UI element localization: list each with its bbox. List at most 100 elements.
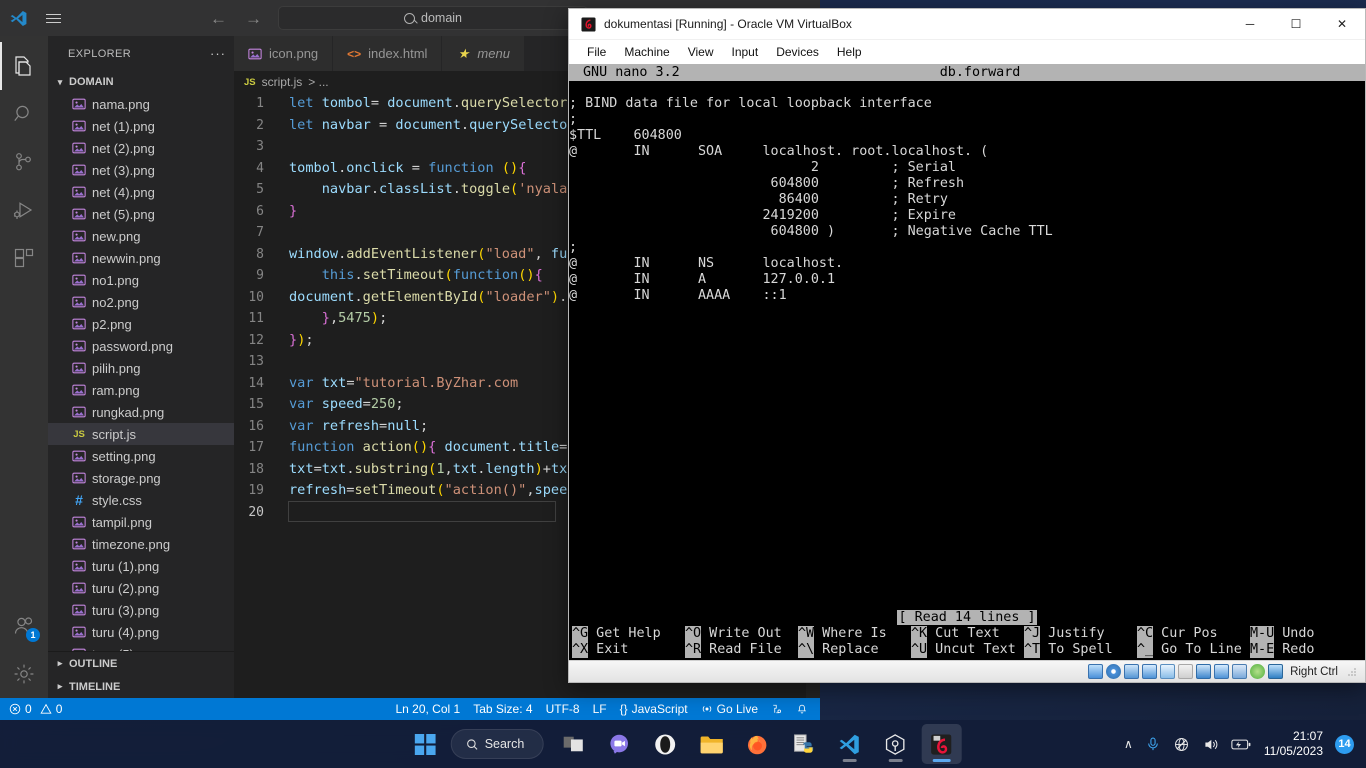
file-item[interactable]: password.png xyxy=(48,335,234,357)
taskbar-file-explorer[interactable] xyxy=(691,724,731,764)
menu-item-devices[interactable]: Devices xyxy=(767,43,828,61)
floppy-icon[interactable] xyxy=(1124,664,1140,679)
resize-grip-icon[interactable] xyxy=(1347,667,1357,677)
file-item[interactable]: setting.png xyxy=(48,445,234,467)
nano-shortcut[interactable]: ^R Read File xyxy=(685,642,798,658)
back-arrow-icon[interactable]: ← xyxy=(210,10,227,27)
file-item[interactable]: net (3).png xyxy=(48,159,234,181)
editor-tab[interactable]: icon.png xyxy=(234,36,334,71)
status-problems[interactable]: 0 0 xyxy=(9,702,62,716)
tray-chevron-up-icon[interactable]: ∧ xyxy=(1124,737,1133,751)
nano-shortcut[interactable]: ^C Cur Pos xyxy=(1137,626,1250,642)
hard-disk-icon[interactable] xyxy=(1088,664,1104,679)
menu-hamburger-icon[interactable] xyxy=(36,0,70,36)
taskbar-firefox[interactable] xyxy=(737,724,777,764)
vm-display[interactable]: GNU nano 3.2 db.forward ; BIND data file… xyxy=(569,64,1365,660)
file-item[interactable]: turu (3).png xyxy=(48,599,234,621)
nano-text-buffer[interactable]: ; BIND data file for local loopback inte… xyxy=(569,81,1365,304)
display-icon[interactable] xyxy=(1196,664,1212,679)
status-tab-size[interactable]: Tab Size: 4 xyxy=(473,702,532,716)
microphone-icon[interactable] xyxy=(1145,736,1161,752)
taskbar-vscode[interactable] xyxy=(829,724,869,764)
minimize-button[interactable]: ─ xyxy=(1227,9,1273,40)
file-item[interactable]: turu (1).png xyxy=(48,555,234,577)
forward-arrow-icon[interactable]: → xyxy=(245,10,262,27)
menu-item-file[interactable]: File xyxy=(578,43,615,61)
nano-shortcut[interactable]: ^W Where Is xyxy=(798,626,911,642)
file-item[interactable]: net (4).png xyxy=(48,181,234,203)
taskbar-camera-app[interactable] xyxy=(921,724,962,764)
file-item[interactable]: newwin.png xyxy=(48,247,234,269)
sidebar-item-run-debug[interactable] xyxy=(0,186,48,234)
shared-folder-icon[interactable] xyxy=(1178,664,1194,679)
status-go-live[interactable]: Go Live xyxy=(701,702,758,716)
sidebar-item-explorer[interactable] xyxy=(0,42,48,90)
menu-item-view[interactable]: View xyxy=(679,43,723,61)
start-button[interactable] xyxy=(405,724,445,764)
file-item[interactable]: storage.png xyxy=(48,467,234,489)
taskbar-clock[interactable]: 21:07 11/05/2023 xyxy=(1264,729,1323,759)
explorer-file-list[interactable]: nama.png net (1).png net (2).png net (3).pn… xyxy=(48,93,234,651)
file-item[interactable]: timezone.png xyxy=(48,533,234,555)
editor-tab[interactable]: ★ menu xyxy=(442,36,525,71)
file-item[interactable]: ram.png xyxy=(48,379,234,401)
file-item[interactable]: rungkad.png xyxy=(48,401,234,423)
network-icon[interactable] xyxy=(1142,664,1158,679)
menu-item-machine[interactable]: Machine xyxy=(615,43,678,61)
sidebar-item-extensions[interactable] xyxy=(0,234,48,282)
section-outline[interactable]: ▸ OUTLINE xyxy=(48,652,234,675)
features-icon[interactable] xyxy=(1250,664,1266,679)
nano-shortcut[interactable]: ^K Cut Text xyxy=(911,626,1024,642)
nano-shortcut[interactable]: ^X Exit xyxy=(572,642,685,658)
taskbar-opera-gx[interactable] xyxy=(645,724,685,764)
file-item[interactable]: net (1).png xyxy=(48,115,234,137)
shared-clipboard-icon[interactable] xyxy=(1214,664,1230,679)
file-item[interactable]: new.png xyxy=(48,225,234,247)
video-capture-icon[interactable] xyxy=(1232,664,1248,679)
menu-item-input[interactable]: Input xyxy=(723,43,768,61)
maximize-button[interactable]: ☐ xyxy=(1273,9,1319,40)
breadcrumb-file[interactable]: script.js xyxy=(262,75,303,89)
file-item[interactable]: tampil.png xyxy=(48,511,234,533)
usb-icon[interactable] xyxy=(1160,664,1176,679)
sidebar-item-manage[interactable] xyxy=(0,650,48,698)
mouse-capture-icon[interactable] xyxy=(1268,664,1284,679)
sidebar-item-source-control[interactable] xyxy=(0,138,48,186)
taskbar-python[interactable] xyxy=(783,724,823,764)
close-button[interactable]: ✕ xyxy=(1319,9,1365,40)
sidebar-item-search[interactable] xyxy=(0,90,48,138)
nano-shortcut[interactable]: M-U Undo xyxy=(1250,626,1350,642)
battery-charging-icon[interactable] xyxy=(1231,737,1252,752)
nano-shortcut[interactable]: ^_ Go To Line xyxy=(1137,642,1250,658)
file-item[interactable]: no2.png xyxy=(48,291,234,313)
file-item[interactable]: net (5).png xyxy=(48,203,234,225)
file-item[interactable]: no1.png xyxy=(48,269,234,291)
nano-shortcut[interactable]: ^O Write Out xyxy=(685,626,798,642)
menu-item-help[interactable]: Help xyxy=(828,43,871,61)
file-item[interactable]: net (2).png xyxy=(48,137,234,159)
taskbar-search-button[interactable]: Search xyxy=(450,729,544,759)
status-cursor-position[interactable]: Ln 20, Col 1 xyxy=(395,702,460,716)
file-item[interactable]: turu (5).png xyxy=(48,643,234,651)
file-item[interactable]: nama.png xyxy=(48,93,234,115)
taskbar-virtualbox[interactable] xyxy=(875,724,915,764)
nano-shortcut[interactable]: ^U Uncut Text xyxy=(911,642,1024,658)
explorer-root-folder[interactable]: ▾ DOMAIN xyxy=(48,71,234,93)
optical-disk-icon[interactable] xyxy=(1106,664,1122,679)
nano-shortcut[interactable]: ^G Get Help xyxy=(572,626,685,642)
status-notifications[interactable] xyxy=(796,703,808,716)
virtualbox-titlebar[interactable]: dokumentasi [Running] - Oracle VM Virtua… xyxy=(569,9,1365,40)
nano-shortcut[interactable]: ^\ Replace xyxy=(798,642,911,658)
taskbar-chat[interactable] xyxy=(599,724,639,764)
file-item[interactable]: turu (4).png xyxy=(48,621,234,643)
section-timeline[interactable]: ▸ TIMELINE xyxy=(48,675,234,698)
nano-shortcut[interactable]: ^T To Spell xyxy=(1024,642,1137,658)
status-remote[interactable] xyxy=(771,703,783,715)
breadcrumb-rest[interactable]: > ... xyxy=(308,75,328,89)
file-item[interactable]: pilih.png xyxy=(48,357,234,379)
sidebar-item-accounts[interactable]: 1 xyxy=(0,602,48,650)
status-encoding[interactable]: UTF-8 xyxy=(546,702,580,716)
network-offline-icon[interactable] xyxy=(1173,736,1190,753)
file-item[interactable]: JS script.js xyxy=(48,423,234,445)
volume-icon[interactable] xyxy=(1202,736,1219,753)
